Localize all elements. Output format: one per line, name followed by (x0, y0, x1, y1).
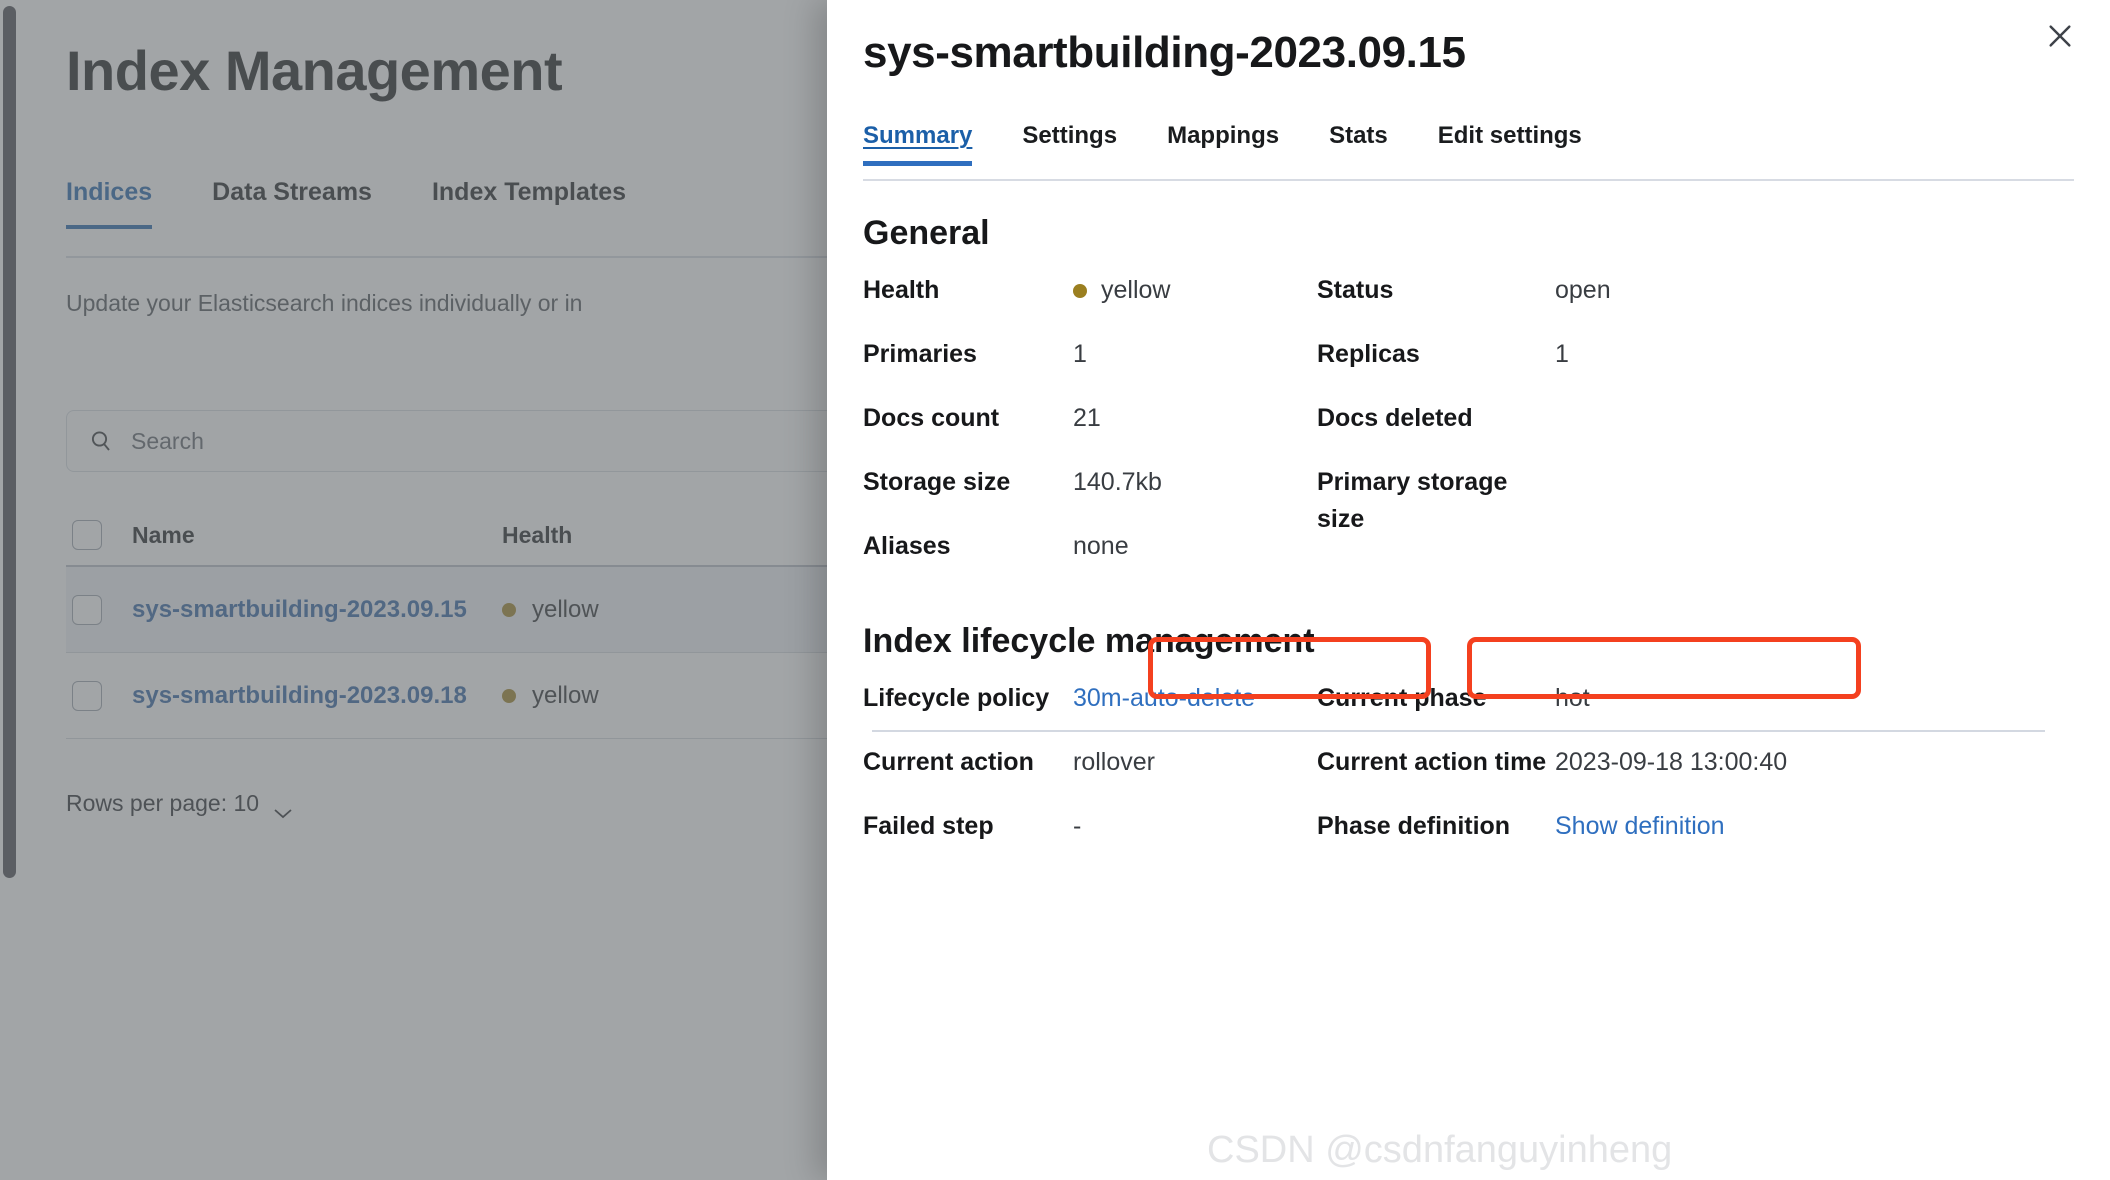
general-left-list: Health yellow Primaries 1 Docs count 21 … (863, 272, 1303, 565)
table-row[interactable]: sys-smartbuilding-2023.09.18 yellow (66, 653, 830, 739)
page-title: Index Management (66, 39, 563, 102)
tab-mappings[interactable]: Mappings (1167, 122, 1279, 166)
tab-stats[interactable]: Stats (1329, 122, 1388, 166)
indices-table: Name Health sys-smartbuilding-2023.09.15… (66, 505, 830, 739)
close-button[interactable] (2034, 10, 2086, 62)
table-row[interactable]: sys-smartbuilding-2023.09.15 yellow (66, 567, 830, 653)
index-name-link[interactable]: sys-smartbuilding-2023.09.15 (132, 596, 467, 623)
lifecycle-left-list: Lifecycle policy 30m-auto-delete Current… (863, 680, 1303, 845)
value-health: yellow (1101, 276, 1171, 304)
label-docs-deleted: Docs deleted (1317, 404, 1473, 432)
label-status: Status (1317, 276, 1394, 304)
health-dot-icon (1073, 283, 1087, 298)
flyout-tab-list: Summary Settings Mappings Stats Edit set… (863, 122, 1582, 166)
label-current-action-time: Current action time (1317, 748, 1547, 776)
label-docs-count: Docs count (863, 404, 1000, 432)
value-status: open (1555, 276, 1611, 304)
value-primaries: 1 (1073, 340, 1087, 368)
screen: Index Management Indices Data Streams In… (0, 0, 2110, 1180)
watermark: CSDN @csdnfanguyinheng (1207, 1129, 1673, 1171)
value-current-phase: hot (1555, 684, 1590, 712)
search-input[interactable]: Search (66, 410, 830, 472)
value-docs-deleted (1555, 400, 1797, 464)
value-replicas: 1 (1555, 340, 1569, 368)
tab-index-templates[interactable]: Index Templates (432, 178, 626, 229)
lifecycle-section-heading: Index lifecycle management (863, 622, 1315, 660)
search-placeholder: Search (131, 427, 204, 454)
general-right-list: Status open Replicas 1 Docs deleted Prim… (1317, 272, 1797, 538)
label-failed-step: Failed step (863, 812, 994, 840)
health-value: yellow (532, 681, 599, 709)
value-current-action: rollover (1073, 748, 1155, 776)
health-dot-icon (502, 688, 516, 703)
flyout-tabs-divider (863, 179, 2074, 181)
health-dot-icon (502, 602, 516, 617)
tab-settings[interactable]: Settings (1022, 122, 1117, 166)
index-detail-flyout: sys-smartbuilding-2023.09.15 Summary Set… (827, 0, 2110, 1180)
tab-indices[interactable]: Indices (66, 178, 153, 229)
value-failed-step: - (1073, 812, 1082, 840)
tab-edit-settings[interactable]: Edit settings (1438, 122, 1582, 166)
value-storage-size: 140.7kb (1073, 468, 1162, 496)
label-health: Health (863, 276, 940, 304)
value-current-action-time: 2023-09-18 13:00:40 (1555, 748, 1788, 776)
rows-per-page-selector[interactable]: Rows per page: 10 (66, 790, 293, 818)
table-header-row: Name Health (66, 505, 830, 567)
tab-data-streams[interactable]: Data Streams (212, 178, 372, 229)
index-name-link[interactable]: sys-smartbuilding-2023.09.18 (132, 682, 467, 709)
select-all-checkbox[interactable] (72, 520, 102, 550)
column-header-name[interactable]: Name (102, 522, 502, 549)
flyout-title: sys-smartbuilding-2023.09.15 (863, 28, 1466, 77)
health-value: yellow (532, 595, 599, 623)
label-aliases: Aliases (863, 532, 951, 560)
search-icon (89, 429, 113, 453)
label-current-phase: Current phase (1317, 684, 1487, 712)
page-scrollbar[interactable] (3, 6, 16, 878)
show-definition-link[interactable]: Show definition (1555, 808, 1877, 845)
value-health-wrap: yellow (1073, 272, 1303, 336)
label-phase-definition: Phase definition (1317, 812, 1511, 840)
value-docs-count: 21 (1073, 404, 1101, 432)
column-header-health[interactable]: Health (502, 522, 752, 549)
label-replicas: Replicas (1317, 340, 1420, 368)
close-icon (2046, 22, 2074, 50)
page-tab-list: Indices Data Streams Index Templates (66, 178, 626, 229)
tab-summary[interactable]: Summary (863, 122, 973, 166)
row-checkbox[interactable] (72, 594, 102, 625)
label-lifecycle-policy: Lifecycle policy (863, 684, 1050, 712)
value-primary-storage-size (1555, 464, 1797, 538)
lifecycle-right-list: Current phase hot Current action time 20… (1317, 680, 1877, 845)
label-current-action: Current action (863, 748, 1034, 776)
rows-per-page-label: Rows per page: 10 (66, 790, 260, 816)
page-description: Update your Elasticsearch indices indivi… (66, 290, 583, 316)
page-tabs-divider (66, 256, 830, 258)
index-management-page: Index Management Indices Data Streams In… (0, 0, 830, 1180)
row-checkbox[interactable] (72, 680, 102, 711)
chevron-down-icon (273, 798, 293, 818)
value-aliases: none (1073, 532, 1129, 560)
label-primary-storage-size: Primary storage size (1317, 468, 1508, 533)
lifecycle-policy-link[interactable]: 30m-auto-delete (1073, 680, 1303, 744)
label-primaries: Primaries (863, 340, 977, 368)
general-section-heading: General (863, 214, 990, 252)
label-storage-size: Storage size (863, 468, 1011, 496)
